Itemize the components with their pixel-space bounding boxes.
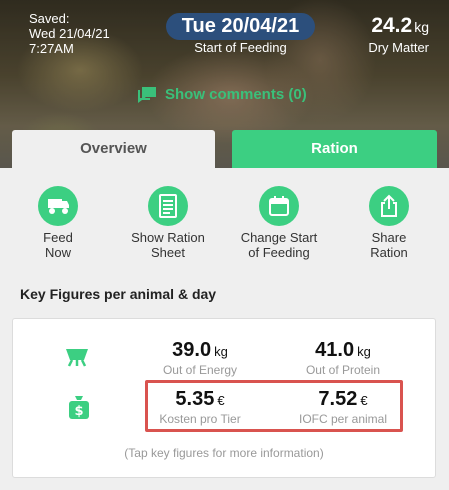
saved-time: 7:27AM xyxy=(29,41,74,56)
comments-icon xyxy=(138,87,156,103)
feed-wagon-icon xyxy=(38,186,78,226)
dry-matter-number: 24.2 xyxy=(371,14,413,37)
show-comments-link[interactable]: Show comments (0) xyxy=(136,84,307,104)
saved-label: Saved: xyxy=(29,11,70,26)
protein-label: Out of Protein xyxy=(305,363,381,377)
money-bag-icon: $ xyxy=(69,396,89,419)
key-figures-title: Key Figures per animal & day xyxy=(20,286,217,302)
saved-info: Saved: Wed 21/04/21 7:27AM xyxy=(29,11,110,56)
feeding-date-button[interactable]: Tue 20/04/21 xyxy=(166,13,315,40)
energy-unit: kg xyxy=(214,344,228,359)
ration-sheet-label-1: Show Ration xyxy=(131,230,205,245)
protein-unit: kg xyxy=(357,344,371,359)
protein-value: 41.0 xyxy=(315,339,355,361)
svg-text:$: $ xyxy=(74,404,83,419)
calendar-icon xyxy=(259,186,299,226)
change-start-label-2: of Feeding xyxy=(248,245,310,260)
share-ration-button[interactable]: Share Ration xyxy=(339,186,439,260)
feed-now-label-1: Feed xyxy=(43,230,73,245)
share-ration-label-1: Share xyxy=(371,230,407,245)
ration-sheet-label-2: Sheet xyxy=(151,245,185,260)
feeding-date-label: Start of Feeding xyxy=(194,40,287,55)
change-start-button[interactable]: Change Start of Feeding xyxy=(229,186,329,260)
feed-trough-icon xyxy=(66,349,88,367)
dry-matter-unit: kg xyxy=(414,19,429,35)
share-ration-label-2: Ration xyxy=(370,245,408,260)
energy-value: 39.0 xyxy=(172,339,212,361)
highlight-box xyxy=(145,380,403,432)
action-bar: Feed Now Show Ration Sheet Change Start … xyxy=(0,186,449,266)
comments-link-label: Show comments (0) xyxy=(165,85,307,103)
ration-sheet-icon xyxy=(148,186,188,226)
tab-overview[interactable]: Overview xyxy=(12,130,215,168)
show-ration-sheet-button[interactable]: Show Ration Sheet xyxy=(118,186,218,260)
feed-now-label-2: Now xyxy=(44,245,71,260)
energy-metric[interactable]: 39.0 kg Out of Energy xyxy=(135,339,265,377)
share-icon xyxy=(369,186,409,226)
saved-date: Wed 21/04/21 xyxy=(29,26,110,41)
energy-label: Out of Energy xyxy=(162,363,238,377)
dry-matter-label: Dry Matter xyxy=(368,40,429,55)
tap-hint: (Tap key figures for more information) xyxy=(124,446,324,460)
protein-metric[interactable]: 41.0 kg Out of Protein xyxy=(278,339,408,377)
tab-ration[interactable]: Ration xyxy=(232,130,437,168)
dry-matter-value: 24.2 kg xyxy=(371,14,429,38)
feed-now-button[interactable]: Feed Now xyxy=(8,186,108,260)
change-start-label-1: Change Start xyxy=(240,230,318,245)
